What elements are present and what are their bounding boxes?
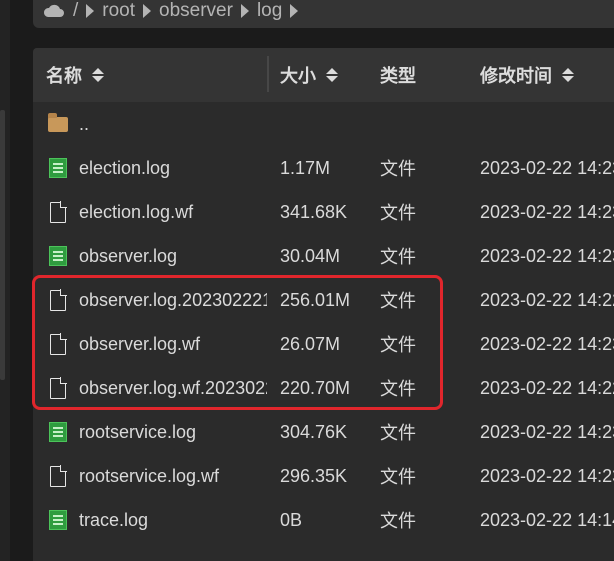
chevron-right-icon[interactable] [290,4,299,18]
table-row[interactable]: trace.log 0B 文件 2023-02-22 14:14 [33,498,614,542]
file-modified: 2023-02-22 14:14 [480,509,614,530]
file-icon [50,201,67,223]
breadcrumb: / root observer log [33,0,614,28]
row-icon-cell [47,454,69,498]
column-header-size-label: 大小 [280,66,316,86]
row-icon-cell [47,234,69,278]
breadcrumb-item-log[interactable]: log [257,0,282,22]
file-type: 文件 [380,467,416,487]
file-name: trace.log [79,509,149,530]
log-file-icon [49,158,67,178]
cloud-icon[interactable] [43,4,65,18]
row-icon-cell [47,102,69,146]
file-size: 0B [280,509,303,530]
file-size: 30.04M [280,245,341,266]
folder-icon [48,112,68,132]
column-header-type-label: 类型 [380,66,416,86]
sort-icon[interactable] [92,68,104,82]
file-modified: 2023-02-22 14:23 [480,465,614,486]
file-type: 文件 [380,335,416,355]
file-modified [480,102,614,146]
breadcrumb-root-slash[interactable]: / [73,0,78,22]
file-modified: 2023-02-22 14:22 [480,377,614,398]
file-name: observer.log.wf.2023022 [79,377,267,398]
file-name: rootservice.log.wf [79,465,220,486]
row-icon-cell [47,322,69,366]
table-row[interactable]: rootservice.log.wf 296.35K 文件 2023-02-22 14… [33,454,614,498]
file-modified: 2023-02-22 14:23 [480,333,614,354]
file-type [380,102,460,146]
column-header-name-label: 名称 [46,66,82,86]
file-browser: / root observer log 名称 大小 类型 修改时间 .. ele… [0,0,614,561]
column-header-size[interactable]: 大小 [280,48,338,102]
table-header: 名称 大小 类型 修改时间 [33,48,614,102]
file-modified: 2023-02-22 14:23 [480,157,614,178]
file-name: .. [79,113,90,134]
file-size: 341.68K [280,201,348,222]
log-file-icon [49,422,67,442]
file-name: rootservice.log [79,421,197,442]
file-size: 1.17M [280,157,331,178]
chevron-right-icon [143,4,152,18]
file-size: 296.35K [280,465,348,486]
file-modified: 2023-02-22 14:22 [480,289,614,310]
left-sidebar-edge [0,0,10,561]
table-row[interactable]: observer.log 30.04M 文件 2023-02-22 14:23 [33,234,614,278]
file-icon [50,377,67,399]
file-size [280,102,370,146]
log-file-icon [49,246,67,266]
table-row[interactable]: .. [33,102,614,146]
file-type: 文件 [380,511,416,531]
sidebar-scrollbar[interactable] [0,110,5,380]
file-type: 文件 [380,291,416,311]
chevron-right-icon [240,4,249,18]
file-name: observer.log [79,245,178,266]
column-header-name[interactable]: 名称 [46,48,104,102]
file-name: election.log.wf [79,201,194,222]
file-modified: 2023-02-22 14:23 [480,245,614,266]
breadcrumb-item-observer[interactable]: observer [159,0,233,22]
file-size: 220.70M [280,377,351,398]
column-header-modified[interactable]: 修改时间 [480,48,574,102]
chevron-right-icon [86,4,95,18]
file-icon [50,289,67,311]
row-icon-cell [47,366,69,410]
sort-icon[interactable] [562,68,574,82]
file-type: 文件 [380,379,416,399]
row-icon-cell [47,146,69,190]
file-type: 文件 [380,203,416,223]
file-size: 26.07M [280,333,341,354]
breadcrumb-item-root[interactable]: root [102,0,135,22]
file-icon [50,465,67,487]
file-type: 文件 [380,159,416,179]
row-icon-cell [47,498,69,542]
file-size: 256.01M [280,289,351,310]
file-type: 文件 [380,247,416,267]
log-file-icon [49,510,67,530]
table-row[interactable]: observer.log.wf 26.07M 文件 2023-02-22 14:23 [33,322,614,366]
table-row[interactable]: observer.log.wf.2023022 220.70M 文件 2023-02-… [33,366,614,410]
file-size: 304.76K [280,421,348,442]
file-name: observer.log.202302221 [79,289,267,310]
file-modified: 2023-02-22 14:23 [480,201,614,222]
table-row[interactable]: observer.log.202302221 256.01M 文件 2023-02-2… [33,278,614,322]
sort-icon[interactable] [326,68,338,82]
table-row[interactable]: rootservice.log 304.76K 文件 2023-02-22 14:23 [33,410,614,454]
row-icon-cell [47,278,69,322]
table-row[interactable]: election.log.wf 341.68K 文件 2023-02-22 14:23 [33,190,614,234]
file-name: observer.log.wf [79,333,201,354]
file-modified: 2023-02-22 14:23 [480,421,614,442]
column-header-modified-label: 修改时间 [480,66,552,86]
file-name: election.log [79,157,171,178]
row-icon-cell [47,410,69,454]
table-row[interactable]: election.log 1.17M 文件 2023-02-22 14:23 [33,146,614,190]
file-type: 文件 [380,423,416,443]
column-header-type[interactable]: 类型 [380,48,416,102]
row-icon-cell [47,190,69,234]
column-resize-handle[interactable] [267,56,269,92]
file-icon [50,333,67,355]
file-list-panel: 名称 大小 类型 修改时间 .. election.log 1.17M 文件 2023-… [33,48,614,561]
